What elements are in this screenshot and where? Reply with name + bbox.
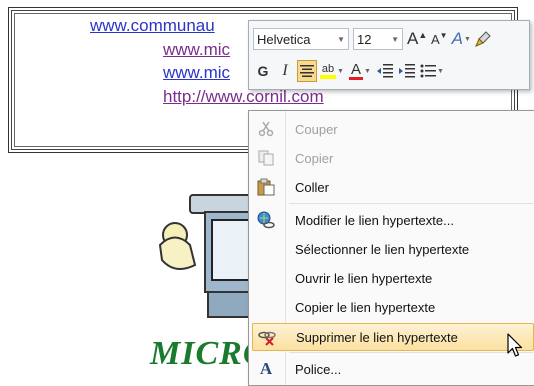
menu-separator xyxy=(289,203,533,204)
font-color-icon: A xyxy=(351,61,362,78)
styles-button[interactable]: A ▼ xyxy=(451,28,471,50)
menu-item-label: Sélectionner le lien hypertexte xyxy=(295,241,470,257)
mini-toolbar: Helvetica ▼ 12 ▼ A ▲ A ▼ A ▼ G I ab ▼ A … xyxy=(248,20,530,90)
italic-button[interactable]: I xyxy=(275,60,295,82)
highlight-color-button[interactable]: ab ▼ xyxy=(319,60,345,82)
scissors-icon xyxy=(252,115,280,143)
menu-item-select-hyperlink[interactable]: Sélectionner le lien hypertexte xyxy=(252,235,534,263)
grow-font-button[interactable]: A ▲ xyxy=(407,28,427,50)
menu-item-label: Couper xyxy=(295,121,338,137)
format-painter-button[interactable] xyxy=(473,28,493,50)
increase-indent-button[interactable] xyxy=(397,60,417,82)
menu-item-remove-hyperlink[interactable]: Supprimer le lien hypertexte xyxy=(252,323,534,351)
menu-item-font[interactable]: A Police... xyxy=(252,355,534,383)
menu-item-label: Police... xyxy=(295,361,342,377)
remove-hyperlink-icon xyxy=(253,323,281,351)
hyperlink-4[interactable]: http://www.cornil.com xyxy=(163,87,324,107)
decrease-indent-icon xyxy=(377,64,393,78)
menu-item-label: Ouvrir le lien hypertexte xyxy=(295,270,433,286)
mouse-cursor-icon xyxy=(506,333,526,359)
bullets-icon xyxy=(420,64,437,78)
menu-separator xyxy=(289,352,533,353)
increase-indent-icon xyxy=(399,64,415,78)
menu-item-label: Copier le lien hypertexte xyxy=(295,299,436,315)
shrink-font-icon: A xyxy=(430,31,440,47)
hyperlink-3[interactable]: www.mic xyxy=(163,63,230,83)
menu-item-label: Supprimer le lien hypertexte xyxy=(296,329,458,345)
toolbar-row-1: Helvetica ▼ 12 ▼ A ▲ A ▼ A ▼ xyxy=(253,27,495,51)
font-color-button[interactable]: A ▼ xyxy=(347,60,373,82)
hyperlink-1[interactable]: www.communau xyxy=(90,16,215,36)
font-name-combo[interactable]: Helvetica ▼ xyxy=(253,28,349,50)
menu-item-edit-hyperlink[interactable]: Modifier le lien hypertexte... xyxy=(252,206,534,234)
grow-font-icon: A xyxy=(407,29,419,48)
menu-item-copy[interactable]: Copier xyxy=(252,144,534,172)
align-center-button[interactable] xyxy=(297,60,317,82)
paste-icon xyxy=(252,173,280,201)
font-icon: A xyxy=(259,359,273,378)
align-center-icon xyxy=(300,65,314,77)
hyperlink-2[interactable]: www.mic xyxy=(163,40,230,60)
font-size-value: 12 xyxy=(357,31,372,47)
menu-item-paste[interactable]: Coller xyxy=(252,173,534,201)
font-size-combo[interactable]: 12 ▼ xyxy=(353,28,403,50)
edit-hyperlink-icon xyxy=(252,206,280,234)
format-painter-icon xyxy=(475,31,491,47)
bold-button[interactable]: G xyxy=(253,60,273,82)
menu-item-open-hyperlink[interactable]: Ouvrir le lien hypertexte xyxy=(252,264,534,292)
menu-item-copy-hyperlink[interactable]: Copier le lien hypertexte xyxy=(252,293,534,321)
font-name-value: Helvetica xyxy=(257,31,311,47)
context-menu: Couper Copier Coller Modifier le lien hy… xyxy=(248,110,534,386)
menu-item-cut[interactable]: Couper xyxy=(252,115,534,143)
copy-icon xyxy=(252,144,280,172)
menu-item-label: Coller xyxy=(295,179,329,195)
toolbar-row-2: G I ab ▼ A ▼ ▼ xyxy=(253,59,447,83)
chevron-down-icon: ▼ xyxy=(337,34,345,44)
menu-item-label: Modifier le lien hypertexte... xyxy=(295,212,454,228)
styles-icon: A xyxy=(451,29,463,48)
bullets-button[interactable]: ▼ xyxy=(419,60,445,82)
decrease-indent-button[interactable] xyxy=(375,60,395,82)
highlight-icon: ab xyxy=(321,62,335,75)
menu-item-label: Copier xyxy=(295,150,334,166)
chevron-down-icon: ▼ xyxy=(391,34,399,44)
shrink-font-button[interactable]: A ▼ xyxy=(429,28,449,50)
